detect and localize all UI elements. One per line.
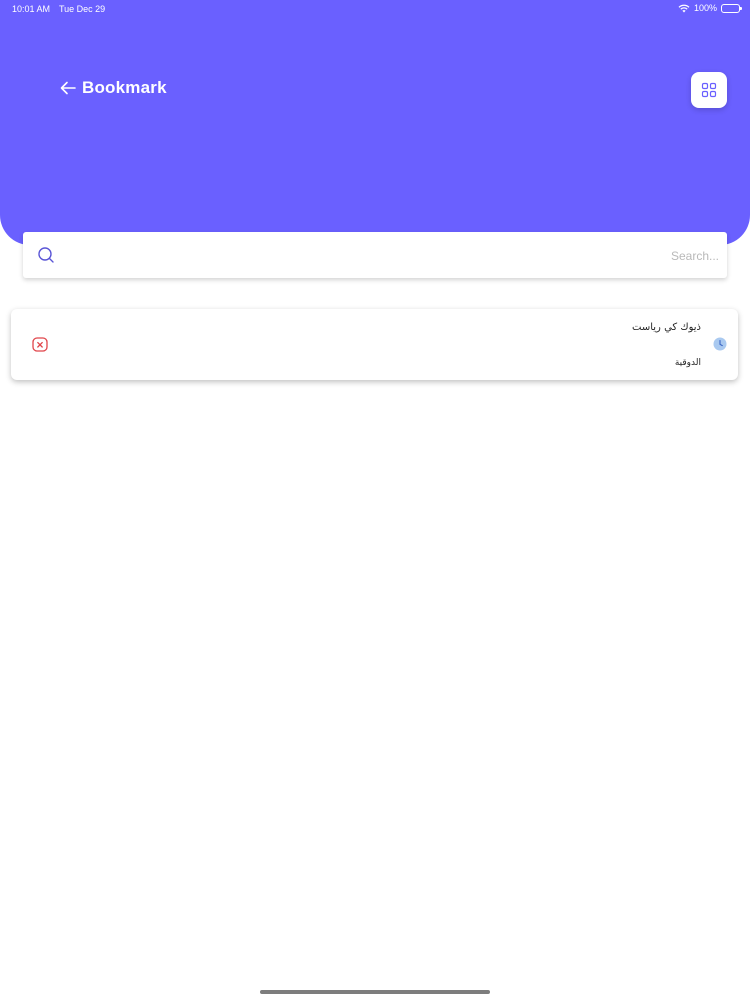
search-bar[interactable] [23,232,727,278]
arrow-left-icon [60,81,76,95]
battery-percent: 100% [693,3,717,13]
grid-view-button[interactable] [691,72,727,108]
status-bar: 10:01 AM Tue Dec 29 100% [0,0,750,20]
search-icon [38,247,54,263]
remove-bookmark-button[interactable] [31,336,49,359]
clock-icon [713,337,727,356]
page-title: Bookmark [82,78,167,97]
back-button[interactable]: Bookmark [60,78,167,98]
remove-icon [32,337,48,352]
wifi-icon [678,4,690,12]
status-right: 100% [678,3,742,13]
bookmark-card[interactable]: ذيوك كي رياست الدوقية [11,309,738,380]
bookmark-subtitle: الدوقية [674,358,701,368]
battery-icon [721,3,742,13]
header-banner: 10:01 AM Tue Dec 29 100% Bookmark [0,0,750,245]
status-time: 10:01 AM [12,4,51,14]
status-date: Tue Dec 29 [59,4,106,14]
search-input[interactable] [73,240,721,272]
bookmark-title: ذيوك كي رياست [632,322,701,333]
grid-icon [701,82,717,98]
home-indicator [260,990,490,994]
